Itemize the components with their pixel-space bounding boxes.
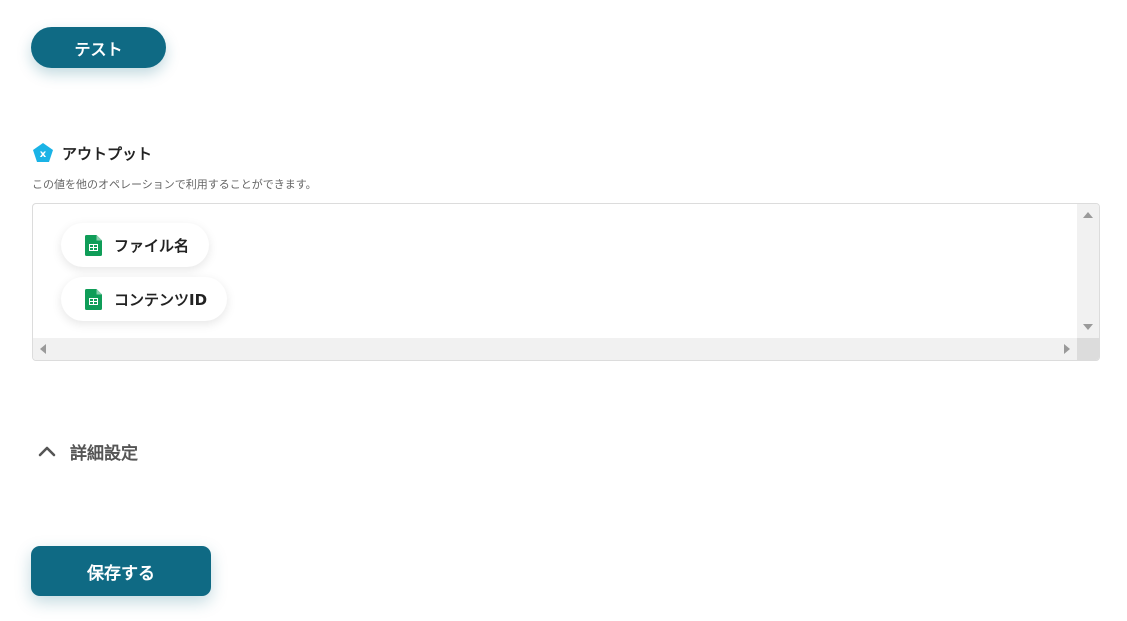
- save-button[interactable]: 保存する: [31, 546, 211, 596]
- chevron-up-icon: [38, 446, 56, 457]
- advanced-settings-label: 詳細設定: [70, 443, 138, 464]
- scrollbar-corner: [1077, 338, 1099, 360]
- google-sheets-icon: [85, 288, 102, 310]
- scroll-down-arrow-icon[interactable]: [1083, 324, 1093, 330]
- output-item-content-id[interactable]: コンテンツID: [61, 277, 228, 321]
- output-list: ファイル名 コンテンツID: [33, 204, 1077, 338]
- svg-text:x: x: [40, 149, 47, 160]
- test-button[interactable]: テスト: [31, 27, 166, 68]
- vertical-scrollbar[interactable]: [1077, 204, 1099, 338]
- horizontal-scrollbar[interactable]: [33, 338, 1077, 360]
- scroll-left-arrow-icon[interactable]: [40, 344, 46, 354]
- scroll-up-arrow-icon[interactable]: [1083, 212, 1093, 218]
- output-item-label: コンテンツID: [114, 290, 208, 309]
- output-header: x アウトプット: [32, 141, 152, 165]
- output-item-file-name[interactable]: ファイル名: [61, 223, 210, 267]
- google-sheets-icon: [85, 234, 102, 256]
- output-item-label: ファイル名: [114, 236, 190, 255]
- output-description: この値を他のオペレーションで利用することができます。: [32, 178, 317, 191]
- advanced-settings-toggle[interactable]: 詳細設定: [38, 438, 138, 464]
- output-list-panel: ファイル名 コンテンツID: [32, 203, 1100, 361]
- scroll-right-arrow-icon[interactable]: [1064, 344, 1070, 354]
- output-variable-icon: x: [33, 143, 53, 162]
- output-title: アウトプット: [62, 144, 153, 163]
